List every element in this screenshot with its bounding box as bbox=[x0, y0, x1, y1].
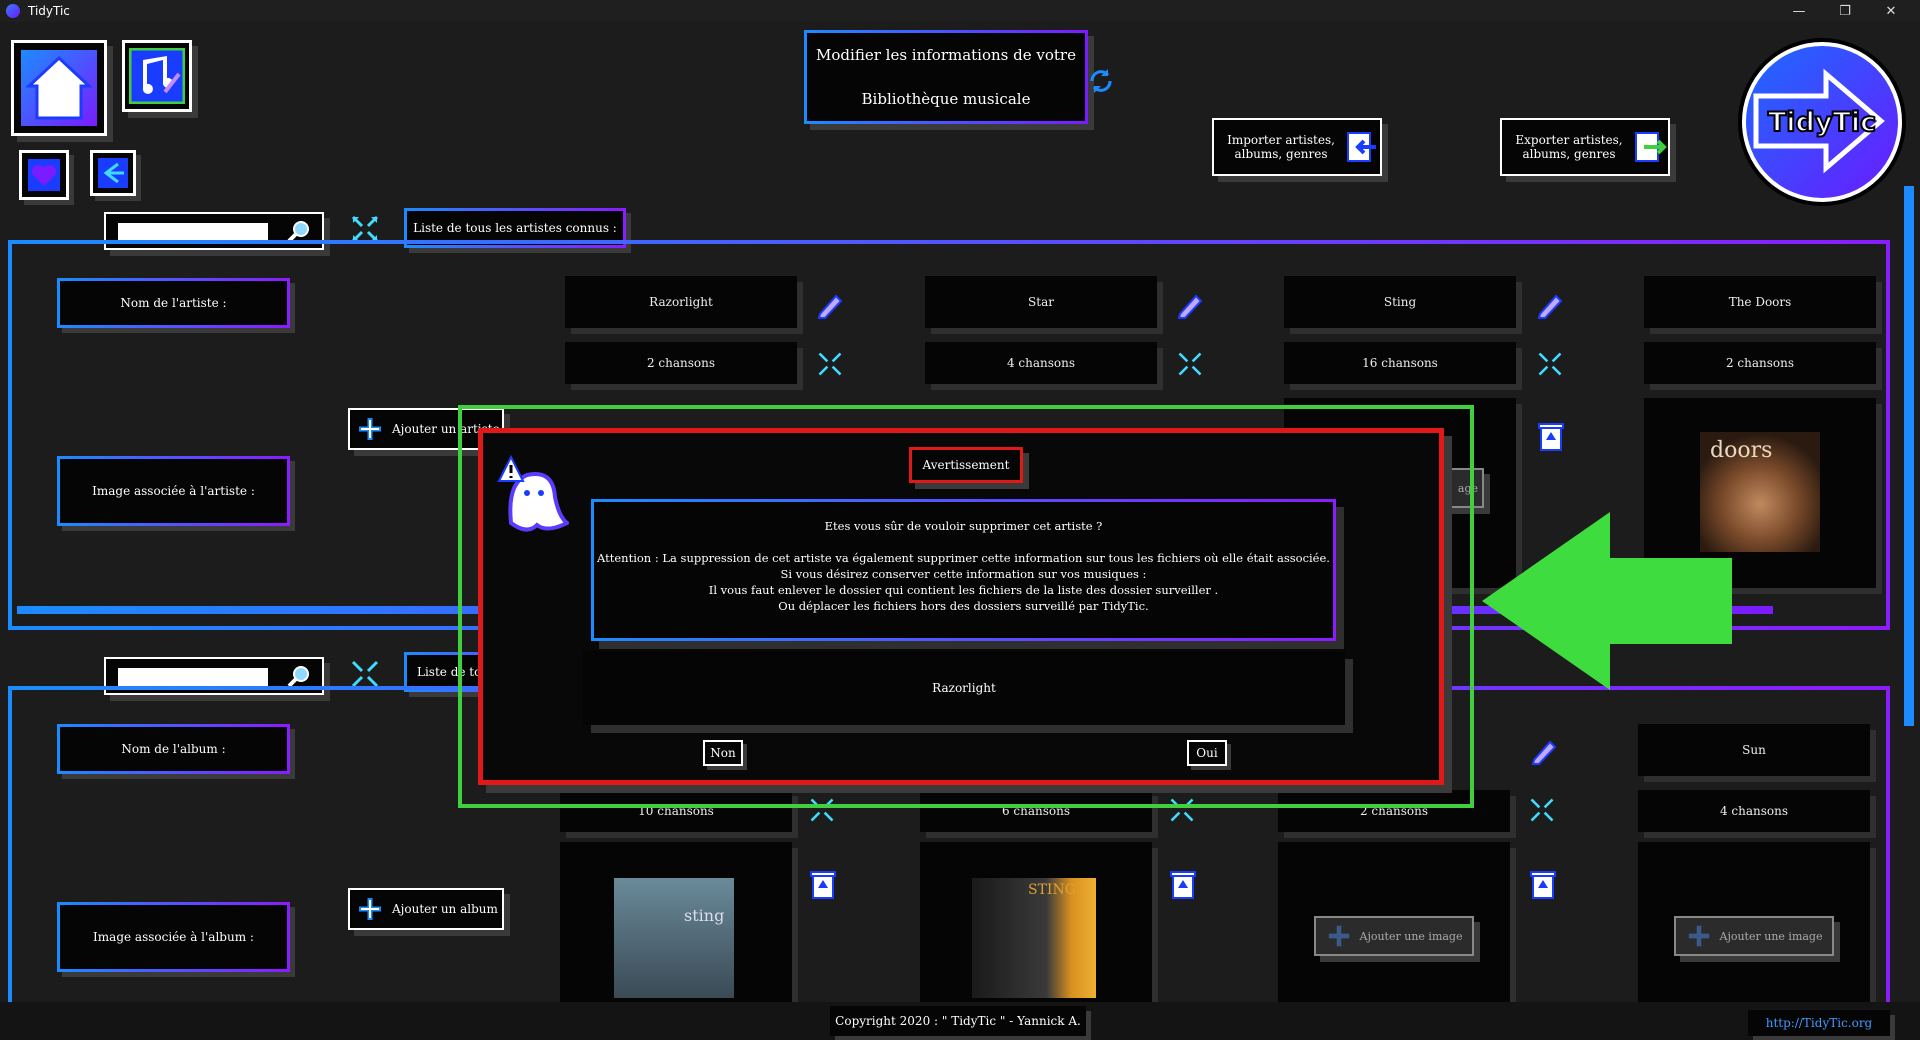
pencil-icon[interactable] bbox=[1174, 288, 1206, 320]
close-button[interactable]: ✕ bbox=[1868, 0, 1914, 22]
album-name-label: Nom de l'album : bbox=[57, 724, 290, 774]
expand-arrows-icon[interactable] bbox=[1528, 796, 1556, 824]
trash-icon[interactable] bbox=[808, 868, 838, 900]
plus-icon bbox=[359, 418, 381, 440]
artist-name-cell[interactable]: The Doors bbox=[1644, 276, 1876, 328]
page-title-line2: Bibliothèque musicale bbox=[861, 90, 1031, 108]
vertical-scrollbar[interactable] bbox=[1904, 186, 1914, 726]
music-edit-button[interactable] bbox=[122, 40, 192, 112]
expand-arrows-icon[interactable] bbox=[1536, 350, 1564, 378]
import-button[interactable]: Importer artistes, albums, genres bbox=[1212, 118, 1382, 176]
title-bar: TidyTic — ❐ ✕ bbox=[0, 0, 1920, 22]
dialog-warning-line: Attention : La suppression de cet artist… bbox=[597, 551, 1330, 565]
artist-name-cell[interactable]: Star bbox=[925, 276, 1157, 328]
app-logo-icon bbox=[6, 4, 20, 18]
plus-icon bbox=[359, 898, 381, 920]
album-name-cell[interactable]: Sun bbox=[1638, 724, 1870, 776]
artist-image-label: Image associée à l'artiste : bbox=[57, 456, 290, 526]
add-image-button[interactable]: Ajouter une image bbox=[1314, 916, 1474, 956]
export-icon bbox=[1635, 132, 1667, 162]
trash-icon[interactable] bbox=[1168, 868, 1198, 900]
page-title-line1: Modifier les informations de votre bbox=[816, 46, 1076, 64]
home-button[interactable] bbox=[11, 40, 107, 136]
trash-icon[interactable] bbox=[1528, 868, 1558, 900]
plus-icon bbox=[1688, 925, 1709, 947]
expand-arrows-icon[interactable] bbox=[1176, 350, 1204, 378]
dialog-warning-line: Ou déplacer les fichiers hors des dossie… bbox=[778, 599, 1149, 613]
add-album-button[interactable]: Ajouter un album bbox=[348, 888, 504, 930]
pencil-icon[interactable] bbox=[1528, 734, 1560, 766]
dialog-warning-line: Si vous désirez conserver cette informat… bbox=[780, 567, 1147, 581]
artist-song-count: 16 chansons bbox=[1284, 342, 1516, 384]
no-button[interactable]: Non bbox=[703, 740, 743, 766]
artist-song-count: 4 chansons bbox=[925, 342, 1157, 384]
copyright-text: Copyright 2020 : " TidyTic " - Yannick A… bbox=[830, 1006, 1086, 1036]
plus-icon bbox=[1328, 925, 1349, 947]
refresh-button[interactable] bbox=[1086, 66, 1116, 96]
album-image-label: Image associée à l'album : bbox=[57, 902, 290, 972]
app-window: TidyTic — ❐ ✕ Modifier les informations … bbox=[0, 0, 1920, 1040]
minimize-button[interactable]: — bbox=[1776, 0, 1822, 22]
artist-song-count: 2 chansons bbox=[565, 342, 797, 384]
add-image-label: Ajouter une image bbox=[1359, 929, 1463, 943]
favorites-button[interactable] bbox=[19, 150, 69, 200]
album-cover-text: sting bbox=[684, 906, 725, 925]
import-icon bbox=[1347, 132, 1376, 162]
album-cover: sting bbox=[614, 878, 734, 998]
dialog-artist-name: Razorlight bbox=[583, 651, 1345, 725]
artist-song-count: 2 chansons bbox=[1644, 342, 1876, 384]
album-search-input[interactable] bbox=[118, 668, 268, 686]
window-title: TidyTic bbox=[28, 4, 70, 18]
ghost-warning-icon bbox=[497, 454, 569, 532]
restore-button[interactable]: ❐ bbox=[1822, 0, 1868, 22]
website-link[interactable]: http://TidyTic.org bbox=[1748, 1010, 1890, 1036]
dialog-warning-line: Il vous faut enlever le dossier qui cont… bbox=[708, 583, 1219, 597]
expand-arrows-icon[interactable] bbox=[816, 350, 844, 378]
album-cover-text: STING bbox=[1028, 882, 1076, 898]
green-arrow-annotation bbox=[1482, 512, 1732, 690]
dialog-question: Etes vous sûr de vouloir supprimer cet a… bbox=[824, 519, 1103, 533]
artist-search-input[interactable] bbox=[118, 223, 268, 241]
back-button[interactable] bbox=[90, 150, 136, 196]
dialog-title: Avertissement bbox=[909, 447, 1023, 483]
album-song-count: 4 chansons bbox=[1638, 790, 1870, 832]
tidytic-logo: TidyTic bbox=[1742, 42, 1902, 202]
page-title-box: Modifier les informations de votre Bibli… bbox=[804, 30, 1088, 124]
yes-button[interactable]: Oui bbox=[1187, 740, 1227, 766]
dialog-message: Etes vous sûr de vouloir supprimer cet a… bbox=[591, 499, 1336, 641]
warning-dialog: Avertissement Etes vous sûr de vouloir s… bbox=[478, 428, 1444, 785]
add-image-button[interactable]: Ajouter une image bbox=[1674, 916, 1834, 956]
refresh-icon bbox=[1090, 69, 1112, 93]
album-cover: STING bbox=[972, 878, 1096, 998]
artist-name-label: Nom de l'artiste : bbox=[57, 278, 290, 328]
export-button[interactable]: Exporter artistes, albums, genres bbox=[1500, 118, 1670, 176]
artist-name-cell[interactable]: Razorlight bbox=[565, 276, 797, 328]
trash-icon[interactable] bbox=[1536, 420, 1566, 452]
home-icon bbox=[21, 50, 97, 126]
pencil-icon[interactable] bbox=[814, 288, 846, 320]
music-note-edit-icon bbox=[129, 48, 185, 104]
heart-icon bbox=[28, 159, 60, 191]
import-label: Importer artistes, albums, genres bbox=[1227, 133, 1335, 161]
arrow-left-icon bbox=[98, 158, 128, 188]
export-label: Exporter artistes, albums, genres bbox=[1515, 133, 1623, 161]
add-album-label: Ajouter un album bbox=[392, 902, 498, 916]
pencil-icon[interactable] bbox=[1534, 288, 1566, 320]
artist-name-cell[interactable]: Sting bbox=[1284, 276, 1516, 328]
add-image-label: Ajouter une image bbox=[1719, 929, 1823, 943]
logo-text: TidyTic bbox=[1767, 106, 1877, 139]
